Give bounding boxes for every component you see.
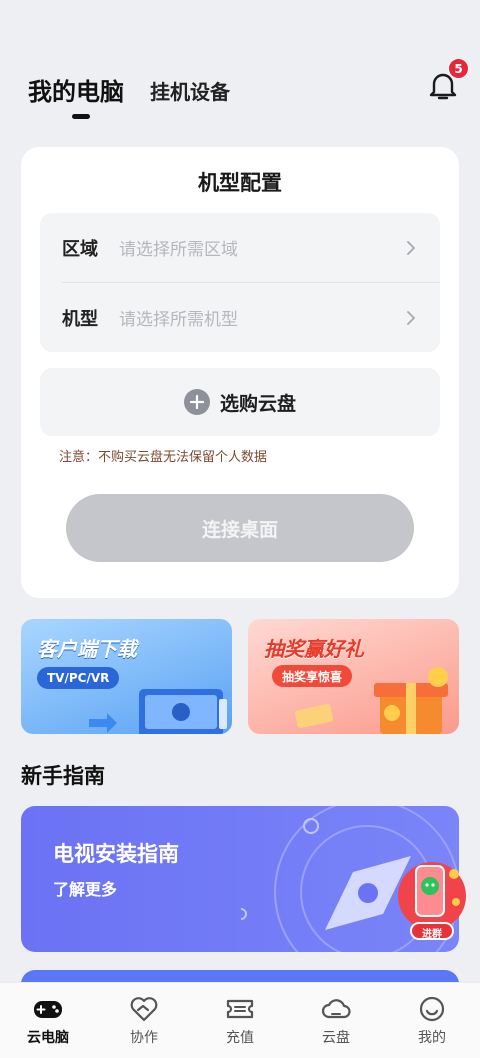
buy-cloud-disk-label: 选购云盘 [219,392,296,415]
notice-text: 注意：不购买云盘无法保留个人数据 [59,450,268,465]
card-title: 机型配置 [198,171,282,195]
tab-hangup-devices-label: 挂机设备 [150,80,230,104]
header-tabs: 我的电脑 挂机设备 [28,72,230,119]
nav-label: 协作 [130,1030,158,1046]
select-box: 区域 请选择所需区域 机型 请选择所需机型 [40,213,440,352]
handshake-heart-icon [130,997,158,1022]
nav-label: 云盘 [322,1030,350,1046]
devices-illustration [89,689,227,734]
nav-label: 充值 [226,1030,254,1046]
chevron-right-icon [407,240,415,255]
model-select[interactable]: 机型 请选择所需机型 [40,283,440,352]
join-group-label: 进群 [422,929,442,940]
banner-title: 客户端下载 [37,637,137,661]
nav-cloud-pc[interactable]: 云电脑 [0,983,96,1058]
nav-label: 云电脑 [27,1030,69,1046]
gift-illustration [295,667,448,734]
client-download-banner[interactable]: 客户端下载 TV/PC/VR [21,619,232,734]
tab-hangup-devices[interactable]: 挂机设备 [150,76,230,107]
region-placeholder: 请选择所需区域 [119,240,238,260]
region-select[interactable]: 区域 请选择所需区域 [40,213,440,282]
nav-mine[interactable]: 我的 [384,983,480,1058]
tv-install-guide-card[interactable]: 电视安装指南 了解更多 [21,806,459,952]
plus-icon [183,389,210,415]
guide-card-title: 电视安装指南 [53,842,179,866]
lottery-banner[interactable]: 抽奖赢好礼 抽奖享惊喜 [248,619,459,734]
bottom-nav: 云电脑 协作 充值 云盘 我的 [0,982,480,1058]
chevron-right-icon [407,310,415,325]
nav-recharge[interactable]: 充值 [192,983,288,1058]
guide-card-link[interactable]: 了解更多 [53,876,117,900]
guide-section-title: 新手指南 [21,764,105,788]
model-label: 机型 [62,308,98,330]
nav-cloud-disk[interactable]: 云盘 [288,983,384,1058]
active-tab-indicator [72,114,90,119]
region-label: 区域 [62,238,98,260]
smile-icon [419,996,445,1022]
tab-my-computer[interactable]: 我的电脑 [28,72,124,119]
gamepad-icon [34,1001,62,1018]
cloud-icon [321,999,351,1019]
connect-desktop-button[interactable]: 连接桌面 [66,494,414,562]
nav-label: 我的 [418,1030,446,1046]
join-group-float-button[interactable]: 进群 [396,858,468,942]
config-card: 机型配置 区域 请选择所需区域 机型 请选择所需机型 选购云盘 注意：不购买云盘… [21,147,459,598]
banner-title: 抽奖赢好礼 [264,637,364,661]
buy-cloud-disk-button[interactable]: 选购云盘 [40,368,440,436]
nav-collaborate[interactable]: 协作 [96,983,192,1058]
tab-my-computer-label: 我的电脑 [28,78,124,106]
ticket-icon [226,999,254,1019]
notification-badge: 5 [448,58,469,79]
model-placeholder: 请选择所需机型 [119,310,238,330]
